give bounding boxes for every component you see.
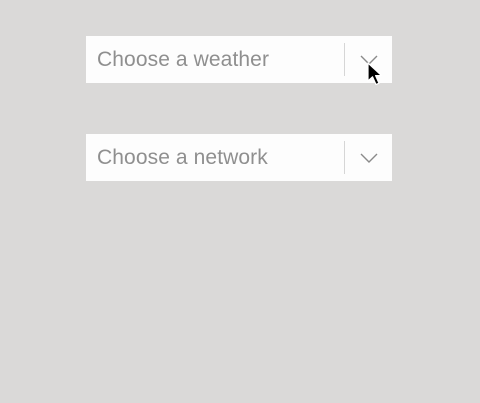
chevron-down-icon — [360, 153, 377, 163]
weather-select[interactable]: Choose a weather — [86, 36, 392, 83]
weather-select-placeholder: Choose a weather — [97, 47, 270, 71]
network-select-placeholder: Choose a network — [97, 145, 268, 169]
chevron-down-icon — [360, 55, 377, 65]
weather-select-toggle[interactable] — [345, 36, 392, 83]
network-select-toggle[interactable] — [345, 134, 392, 181]
network-select[interactable]: Choose a network — [86, 134, 392, 181]
